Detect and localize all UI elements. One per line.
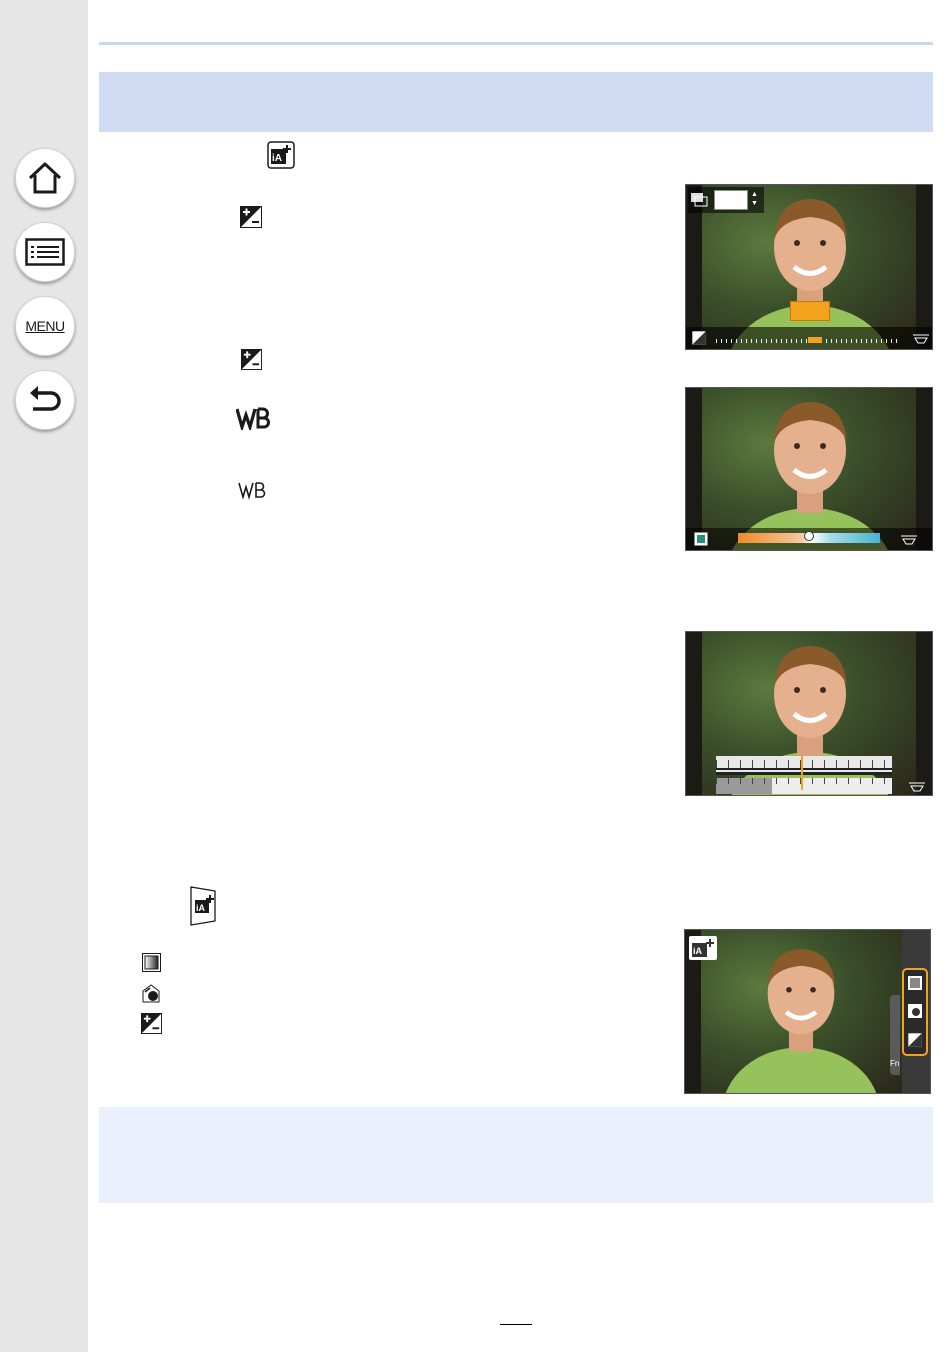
exposure-scale-marker <box>808 337 822 343</box>
white-balance-icon <box>235 406 270 435</box>
list-icon <box>25 238 65 266</box>
note-band <box>99 1107 933 1203</box>
exposure-compensation-screen: ▲ ▼ <box>685 184 933 350</box>
white-balance-outline-icon <box>238 480 266 505</box>
subject-photo <box>725 949 877 1093</box>
ia-plus-tab-icon: iA <box>190 886 224 931</box>
exposure-scale-bar <box>686 327 932 349</box>
exposure-compensation-icon <box>240 206 262 233</box>
subject-photo <box>732 402 888 550</box>
dial-icon <box>909 782 925 792</box>
svg-text:iA: iA <box>196 903 206 913</box>
bracket-value-box[interactable] <box>714 190 748 210</box>
ia-plus-screen: iA Fn <box>684 929 931 1094</box>
scale-marker <box>801 756 803 790</box>
white-balance-bar <box>686 528 932 550</box>
exposure-compensation-icon[interactable] <box>908 1033 922 1047</box>
bracket-icon <box>691 193 708 207</box>
upper-scale[interactable] <box>716 756 892 772</box>
sidebar: MENU <box>0 0 88 1352</box>
focus-area <box>790 301 830 321</box>
section-heading-band <box>99 72 933 132</box>
ia-plus-option-list <box>902 968 928 1056</box>
back-arrow-icon <box>30 386 61 411</box>
lower-scale[interactable] <box>716 778 892 794</box>
home-icon <box>28 162 62 194</box>
defocus-icon <box>142 953 161 977</box>
bracket-panel: ▲ ▼ <box>688 187 764 213</box>
svg-text:iA: iA <box>272 153 282 164</box>
exposure-compensation-icon <box>692 331 706 345</box>
menu-label: MENU <box>25 318 65 334</box>
page-number <box>500 1308 532 1325</box>
menu-button[interactable]: MENU <box>15 296 75 356</box>
adjustment-screen <box>685 631 933 796</box>
white-balance-screen <box>685 387 933 551</box>
dial-icon <box>901 535 917 545</box>
back-button[interactable] <box>15 370 75 430</box>
scale-divider <box>716 772 892 775</box>
white-balance-frame-icon <box>694 532 708 546</box>
brightness-icon <box>141 983 162 1009</box>
home-button[interactable] <box>15 148 75 208</box>
ia-plus-icon: iA <box>267 141 295 174</box>
ia-plus-icon: iA <box>689 936 717 960</box>
exposure-compensation-icon <box>141 1013 162 1039</box>
exposure-compensation-icon <box>241 349 262 375</box>
fn-tab-label: Fn <box>890 1059 900 1068</box>
color-temperature-marker <box>804 531 814 541</box>
brightness-icon[interactable] <box>908 1004 922 1018</box>
svg-text:iA: iA <box>693 946 703 956</box>
contents-button[interactable] <box>15 222 75 282</box>
dial-icon <box>913 334 929 344</box>
fn-tab[interactable]: Fn <box>890 995 900 1075</box>
bracket-arrows[interactable]: ▲ ▼ <box>751 190 758 208</box>
defocus-icon[interactable] <box>908 976 922 990</box>
top-rule <box>99 42 933 45</box>
